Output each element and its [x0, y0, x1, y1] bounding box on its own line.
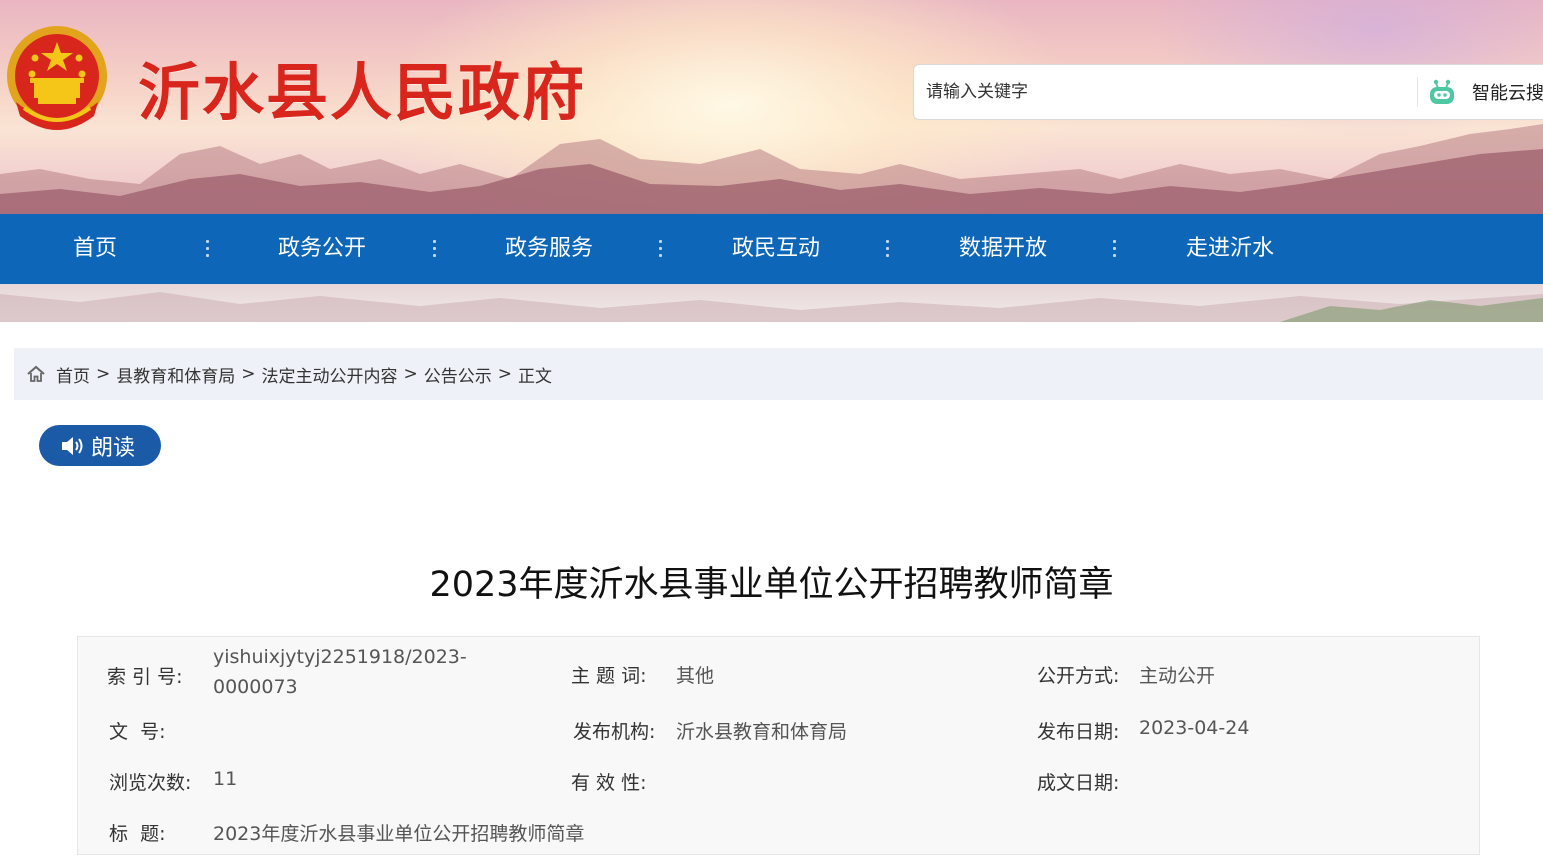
nav-item-about-yishui[interactable]: 走进沂水	[1170, 214, 1290, 284]
nav-item-gov-affairs-open[interactable]: 政务公开	[262, 214, 382, 284]
nav-separator	[1113, 240, 1116, 258]
meta-index-label: 索 引 号:	[107, 666, 183, 688]
breadcrumb: 首页 > 县教育和体育局 > 法定主动公开内容 > 公告公示 > 正文	[14, 348, 1543, 400]
meta-org-value: 沂水县教育和体育局	[676, 721, 848, 743]
speaker-icon	[62, 436, 83, 455]
breadcrumb-link-bureau[interactable]: 县教育和体育局	[116, 362, 235, 387]
article-meta-table: 索 引 号: yishuixjytyj2251918/2023- 0000073…	[77, 636, 1480, 855]
nav-item-gov-services[interactable]: 政务服务	[489, 214, 609, 284]
breadcrumb-link-home[interactable]: 首页	[56, 362, 90, 387]
meta-index-value: yishuixjytyj2251918/2023-	[213, 646, 467, 668]
meta-title-value: 2023年度沂水县事业单位公开招聘教师简章	[213, 823, 585, 845]
mountain-silhouette	[0, 124, 1543, 214]
main-nav: 首页 政务公开 政务服务 政民互动 数据开放 走进沂水	[0, 214, 1543, 284]
meta-date-label: 发布日期:	[1037, 721, 1120, 743]
read-aloud-button[interactable]: 朗读	[39, 425, 161, 466]
home-icon	[27, 365, 45, 382]
breadcrumb-current: 正文	[518, 366, 552, 387]
search-box: 智能云搜	[913, 64, 1543, 120]
nav-separator	[659, 240, 662, 258]
meta-index-value-cont: 0000073	[213, 676, 298, 698]
meta-docno-label: 文 号:	[109, 721, 166, 743]
breadcrumb-link-statutory-content[interactable]: 法定主动公开内容	[262, 362, 398, 387]
meta-validity-label: 有 效 性:	[571, 772, 647, 794]
nav-item-interaction[interactable]: 政民互动	[716, 214, 836, 284]
read-aloud-label: 朗读	[91, 435, 136, 461]
meta-written-date-label: 成文日期:	[1037, 772, 1120, 794]
breadcrumb-separator: >	[403, 364, 418, 384]
ai-search-button[interactable]: 智能云搜	[1428, 77, 1543, 107]
search-divider	[1417, 77, 1418, 107]
meta-views-value: 11	[213, 768, 238, 790]
banner-strip	[0, 284, 1543, 322]
nav-separator	[206, 240, 209, 258]
meta-method-value: 主动公开	[1139, 665, 1216, 687]
breadcrumb-link-notices[interactable]: 公告公示	[424, 362, 492, 387]
nav-separator	[433, 240, 436, 258]
banner-scenery	[0, 292, 1543, 322]
site-title: 沂水县人民政府	[138, 56, 587, 129]
meta-date-value: 2023-04-24	[1139, 717, 1250, 739]
nav-item-open-data[interactable]: 数据开放	[943, 214, 1063, 284]
national-emblem-icon	[7, 26, 107, 130]
breadcrumb-separator: >	[497, 364, 512, 384]
meta-org-label: 发布机构:	[573, 721, 656, 743]
nav-item-home[interactable]: 首页	[35, 214, 155, 284]
breadcrumb-separator: >	[241, 364, 256, 384]
meta-views-label: 浏览次数:	[109, 772, 192, 794]
breadcrumb-separator: >	[96, 364, 111, 384]
meta-subject-label: 主 题 词:	[571, 665, 647, 687]
nav-separator	[886, 240, 889, 258]
meta-title-label: 标 题:	[109, 823, 166, 845]
search-input[interactable]	[914, 65, 1414, 119]
article-title: 2023年度沂水县事业单位公开招聘教师简章	[429, 565, 1114, 605]
robot-icon	[1430, 79, 1454, 104]
ai-search-label: 智能云搜	[1472, 83, 1543, 104]
meta-method-label: 公开方式:	[1037, 665, 1120, 687]
meta-subject-value: 其他	[676, 665, 715, 687]
site-header: 沂水县人民政府 智能云搜	[0, 0, 1543, 214]
